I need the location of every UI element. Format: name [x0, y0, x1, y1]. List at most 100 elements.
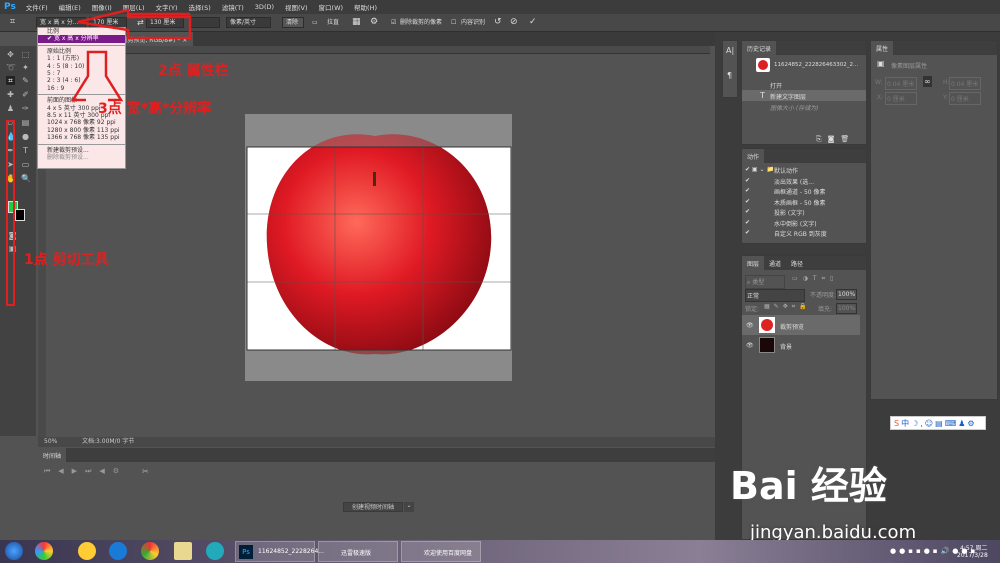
taskbar-window-baidupan[interactable]: 欢迎使用百度网盘 [401, 541, 481, 562]
taskbar: Ps 11624852_2228264... 迅雷极速版 欢迎使用百度网盘 ●●▪… [0, 540, 1000, 563]
opacity-input[interactable]: 100% [836, 289, 858, 300]
link-icon[interactable]: ∞ [923, 76, 932, 87]
zoom-level[interactable]: 50% [44, 437, 57, 447]
annotation-step1: 1点 剪切工具 [24, 252, 109, 268]
menu-view[interactable]: 视图(V) [285, 2, 308, 12]
w-input[interactable]: 0.04 厘米 [885, 77, 917, 90]
delete-cropped-checkbox[interactable]: ☑ [391, 17, 396, 28]
app-360-icon[interactable] [78, 542, 96, 560]
visibility-eye-icon[interactable]: 👁 [746, 322, 754, 329]
timeline-dropdown-icon[interactable]: ⌄ [404, 502, 414, 512]
tab-paths[interactable]: 路径 [786, 256, 808, 270]
x-input[interactable]: 0 厘米 [885, 92, 917, 105]
cancel-icon[interactable]: ⊘ [510, 17, 518, 28]
type-tool-icon[interactable]: T [21, 146, 30, 155]
visibility-eye-icon[interactable]: 👁 [746, 342, 754, 349]
history-item[interactable]: 图像大小 (存储为) [770, 103, 819, 112]
layer-filter-select[interactable]: 类型 [752, 279, 764, 286]
action-item[interactable]: 自定义 RGB 到灰度 [774, 229, 827, 238]
chrome-icon[interactable] [141, 542, 159, 560]
straighten-button[interactable]: 拉直 [327, 17, 339, 28]
timeline-panel: 时间轴 ⏮◀▶⏭◀⚙ ✂ 创建视频时间轴 ⌄ [38, 448, 715, 540]
overlay-grid-icon[interactable]: ▦ [352, 17, 361, 28]
w-label: W: [875, 79, 883, 86]
menu-window[interactable]: 窗口(W) [319, 2, 344, 12]
annotation-step2: 2点 属性栏 [158, 63, 229, 79]
app-icon[interactable] [35, 542, 53, 560]
tab-properties[interactable]: 属性 [871, 41, 894, 55]
actions-panel: 动作 ✔ ▣ ⌄ 📁 默认动作 ✔ 淡出效果 (选... ✔ 画框通道 - 50 像素… [741, 148, 867, 244]
properties-panel: 属性 ▣ 像素图层属性 W: 0.04 厘米 ∞ H: 0.04 厘米 X: 0… [870, 40, 998, 400]
tab-actions[interactable]: 动作 [742, 149, 765, 163]
action-item[interactable]: 水中倒影 (文字) [774, 219, 817, 228]
app-kugou-icon[interactable] [109, 542, 127, 560]
history-panel: 历史记录 11624852_222826463302_2... 打开 T 新建文… [741, 40, 867, 145]
lock-label: 锁定: [745, 306, 760, 313]
window-title: 迅雷极速版 [341, 550, 372, 557]
tab-history[interactable]: 历史记录 [742, 41, 777, 55]
create-timeline-button[interactable]: 创建视频时间轴 [343, 502, 403, 512]
mini-panel-strip: A| ¶ [722, 40, 738, 98]
clock-time[interactable]: 4:57 周二 [960, 543, 987, 552]
start-button[interactable] [5, 542, 23, 560]
h-input[interactable]: 0.04 厘米 [949, 77, 981, 90]
playback-controls[interactable]: ⏮◀▶⏭◀⚙ [44, 467, 127, 476]
action-item[interactable]: 木质画框 - 50 像素 [774, 198, 826, 207]
character-panel-icon[interactable]: A| [726, 46, 734, 55]
annotation-box [6, 120, 15, 306]
y-label: Y: [943, 94, 948, 101]
action-item[interactable]: 投影 (文字) [774, 208, 805, 217]
tab-channels[interactable]: 通道 [764, 256, 786, 270]
layer-name[interactable]: 裁剪预览 [780, 322, 804, 331]
pixel-layer-icon: ▣ [877, 59, 885, 68]
baidu-watermark-logo: Bai 经验 [730, 464, 887, 508]
layer-name[interactable]: 背景 [780, 342, 792, 351]
content-aware-label: 内容识别 [461, 19, 486, 26]
paragraph-panel-icon[interactable]: ¶ [727, 71, 732, 80]
rectangle-tool-icon[interactable]: ▭ [21, 160, 30, 169]
action-item[interactable]: 画框通道 - 50 像素 [774, 187, 826, 196]
action-item[interactable]: 淡出效果 (选... [774, 177, 814, 186]
taskbar-window-xunlei[interactable]: 迅雷极速版 [318, 541, 398, 562]
history-item-active[interactable]: 新建文字图层 [770, 92, 806, 101]
fill-input[interactable]: 100% [836, 303, 858, 314]
tab-layers[interactable]: 图层 [742, 256, 765, 270]
clear-button[interactable]: 清除 [282, 17, 304, 28]
crop-preview[interactable] [245, 114, 512, 381]
zoom-tool-icon[interactable]: 🔍 [21, 174, 31, 183]
blend-mode-select[interactable]: 正常 [745, 289, 805, 302]
delete-cropped-label: 删除裁剪的像素 [400, 19, 443, 26]
annotation-step3: 3点 宽*高*分辨率 [98, 101, 212, 117]
media-icon[interactable] [206, 542, 224, 560]
explorer-icon[interactable] [174, 542, 192, 560]
taskbar-window-photoshop[interactable]: Ps 11624852_2228264... [235, 541, 324, 562]
menu-item[interactable]: 1024 x 768 像素 92 ppi [38, 119, 125, 126]
tab-timeline[interactable]: 时间轴 [38, 448, 67, 462]
reset-icon[interactable]: ↺ [494, 17, 502, 28]
straighten-icon[interactable]: ▭ [312, 17, 318, 28]
background-color-swatch[interactable] [15, 209, 25, 221]
menu-item[interactable]: 删除裁剪预设... [38, 154, 125, 161]
gear-icon[interactable]: ⚙ [370, 17, 378, 28]
content-aware-checkbox[interactable]: ☐ [451, 17, 456, 28]
menu-help[interactable]: 帮助(H) [354, 2, 377, 12]
action-set[interactable]: 默认动作 [774, 166, 798, 175]
properties-title: 像素图层属性 [891, 63, 928, 70]
history-snapshot[interactable]: 11624852_222826463302_2... [774, 62, 858, 68]
scissors-icon[interactable]: ✂ [142, 467, 149, 476]
history-item[interactable]: 打开 [770, 81, 782, 90]
y-input[interactable]: 0 厘米 [949, 92, 981, 105]
type-icon: T [760, 91, 765, 100]
menu-item[interactable]: 1366 x 768 像素 135 ppi [38, 134, 125, 141]
x-label: X: [877, 94, 884, 101]
ime-toolbar[interactable]: S中☽,☺▤⌨♟⚙ [890, 416, 986, 430]
fill-label: 填充: [818, 306, 833, 313]
dodge-icon[interactable]: ● [21, 132, 30, 141]
lock-icons[interactable]: ▦✎✥⌗🔒 [764, 303, 811, 311]
clock-date[interactable]: 2017/3/28 [957, 552, 988, 559]
commit-check-icon[interactable]: ✓ [529, 17, 537, 28]
doc-size[interactable]: 文档:3.00M/0 字节 [82, 437, 134, 447]
filter-icons[interactable]: ▭◑T⌗▯ [792, 275, 838, 283]
history-actions-icons[interactable]: ⎘◙🗑 [816, 135, 855, 144]
menu-item[interactable]: 新建裁剪预设... [38, 147, 125, 154]
